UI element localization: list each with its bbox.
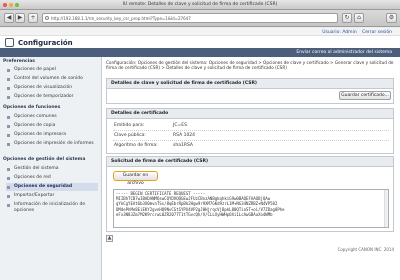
forward-button[interactable]: ▶: [15, 13, 25, 23]
url-text: http://192.168.1.1/rm_security_key_csr_p…: [51, 16, 191, 21]
csr-scrollbar[interactable]: [384, 190, 388, 227]
app-header: Usuario: Admin Cerrar sesión Configuraci…: [0, 28, 400, 57]
sidebar-item-init-info[interactable]: Información de inicialización de opcione…: [6, 201, 98, 214]
share-button[interactable]: +: [28, 13, 38, 23]
public-key-label: Clave pública:: [114, 133, 146, 138]
bullet-icon: [7, 194, 10, 198]
sidebar-item-label: Importar/Exportar: [14, 193, 55, 198]
sidebar-item-label: Información de inicialización de opcione…: [14, 202, 86, 213]
breadcrumb: Configuración: Opciones de gestión del s…: [106, 60, 394, 71]
globe-icon: [45, 16, 49, 20]
sidebar-item-copy[interactable]: Opciones de copia: [6, 122, 98, 130]
sidebar-item-timer[interactable]: Opciones de temporizador: [6, 93, 98, 101]
bullet-icon: [7, 86, 10, 90]
bullet-icon: [7, 133, 10, 137]
issued-to-value: JC=ES: [173, 123, 187, 128]
sidebar: Preferencias Opciones de papel Control d…: [0, 57, 102, 280]
sidebar-item-label: Control del volumen de sonido: [14, 76, 83, 81]
sidebar-item-label: Opciones de seguridad: [14, 184, 73, 189]
browser-toolbar: ◀ ▶ + http://192.168.1.1/rm_security_key…: [0, 10, 400, 27]
bullet-icon: [7, 167, 10, 171]
sidebar-item-paper[interactable]: Opciones de papel: [6, 66, 98, 74]
bullet-icon: [7, 115, 10, 119]
sidebar-item-common[interactable]: Opciones comunes: [6, 113, 98, 121]
signature-algorithm-label: Algoritmo de firma:: [114, 143, 158, 148]
bullet-icon: [7, 203, 10, 207]
key-csr-panel: Detalles de clave y solicitud de firma d…: [106, 78, 394, 104]
bullet-icon: [7, 124, 10, 128]
sidebar-item-label: Gestión del sistema: [14, 166, 59, 171]
certificate-details-panel: Detalles de certificado Emitido para: JC…: [106, 108, 394, 154]
user-link[interactable]: Usuario: Admin: [322, 30, 356, 35]
cert-section-title: Detalles de certificado: [107, 109, 393, 119]
save-to-file-button[interactable]: Guardar en archivo: [113, 171, 158, 186]
header-bar: Enviar correo al administrador del siste…: [0, 48, 400, 57]
main-content: Configuración: Opciones de gestión del s…: [102, 57, 400, 280]
email-admin-link[interactable]: Enviar correo al administrador del siste…: [296, 50, 392, 55]
bullet-icon: [7, 95, 10, 99]
sidebar-item-label: Opciones de visualización: [14, 85, 73, 90]
signature-algorithm-value: sha1RSA: [173, 143, 193, 148]
sidebar-section-preferences: Preferencias: [3, 59, 35, 64]
sidebar-item-display[interactable]: Opciones de visualización: [6, 84, 98, 92]
sidebar-item-volume[interactable]: Control del volumen de sonido: [6, 75, 98, 83]
sidebar-item-label: Opciones de impresión de informes: [14, 141, 94, 146]
copyright: Copyright CANON INC. 2014: [337, 247, 394, 252]
sidebar-item-report-print[interactable]: Opciones de impresión de informes: [6, 140, 98, 153]
sidebar-item-label: Opciones de impresora: [14, 132, 67, 137]
browser-window: IU remote: Detalles de clave y solicitud…: [0, 0, 400, 280]
logout-link[interactable]: Cerrar sesión: [362, 30, 392, 35]
title-bar: IU remote: Detalles de clave y solicitud…: [0, 0, 400, 10]
bullet-icon: [7, 68, 10, 72]
sidebar-item-label: Opciones comunes: [14, 114, 57, 119]
csr-section-title: Solicitud de firma de certificado (CSR): [107, 157, 393, 167]
bookmark-icon[interactable]: ⌂: [354, 13, 364, 23]
top-of-page-icon[interactable]: ▲: [106, 235, 113, 242]
refresh-button[interactable]: ↻: [342, 13, 352, 23]
back-button[interactable]: ◀: [4, 13, 14, 23]
sidebar-item-label: Opciones de copia: [14, 123, 56, 128]
sidebar-item-security[interactable]: Opciones de seguridad: [6, 183, 98, 191]
sidebar-item-label: Opciones de red: [14, 175, 51, 180]
sidebar-item-printer[interactable]: Opciones de impresora: [6, 131, 98, 139]
address-bar[interactable]: http://192.168.1.1/rm_security_key_csr_p…: [42, 13, 338, 23]
page-title: Configuración: [18, 39, 73, 47]
issued-to-label: Emitido para:: [114, 123, 145, 128]
bullet-icon: [7, 77, 10, 81]
csr-panel: Solicitud de firma de certificado (CSR) …: [106, 156, 394, 232]
bullet-icon: [7, 142, 10, 146]
bullet-icon: [7, 176, 10, 180]
sidebar-item-label: Opciones de papel: [14, 67, 56, 72]
sidebar-item-import-export[interactable]: Importar/Exportar: [6, 192, 98, 200]
sidebar-section-system: Opciones de gestión del sistema: [3, 157, 86, 162]
settings-logo-icon: [5, 38, 14, 47]
csr-textarea[interactable]: ----- BEGIN CERTIFICATE REQUEST ----- MI…: [113, 189, 389, 228]
header-strip: Usuario: Admin Cerrar sesión: [0, 28, 400, 36]
window-title: IU remote: Detalles de clave y solicitud…: [122, 2, 278, 7]
divider: [113, 130, 389, 131]
settings-icon[interactable]: ⚙: [386, 13, 397, 23]
sidebar-section-functions: Opciones de funciones: [3, 105, 61, 110]
divider: [113, 140, 389, 141]
panel-title: Detalles de clave y solicitud de firma d…: [107, 79, 393, 89]
save-certificate-button[interactable]: Guardar certificado...: [339, 91, 391, 100]
sidebar-item-label: Opciones de temporizador: [14, 94, 74, 99]
sidebar-item-system-mgmt[interactable]: Gestión del sistema: [6, 165, 98, 173]
public-key-value: RSA 1024: [173, 133, 196, 138]
csr-line: eFx3N83Zm7M2K9rcrwL0ZR2077T1tTGvcQh/V/CL…: [116, 211, 273, 217]
bullet-icon: [7, 185, 10, 189]
sidebar-item-network[interactable]: Opciones de red: [6, 174, 98, 182]
